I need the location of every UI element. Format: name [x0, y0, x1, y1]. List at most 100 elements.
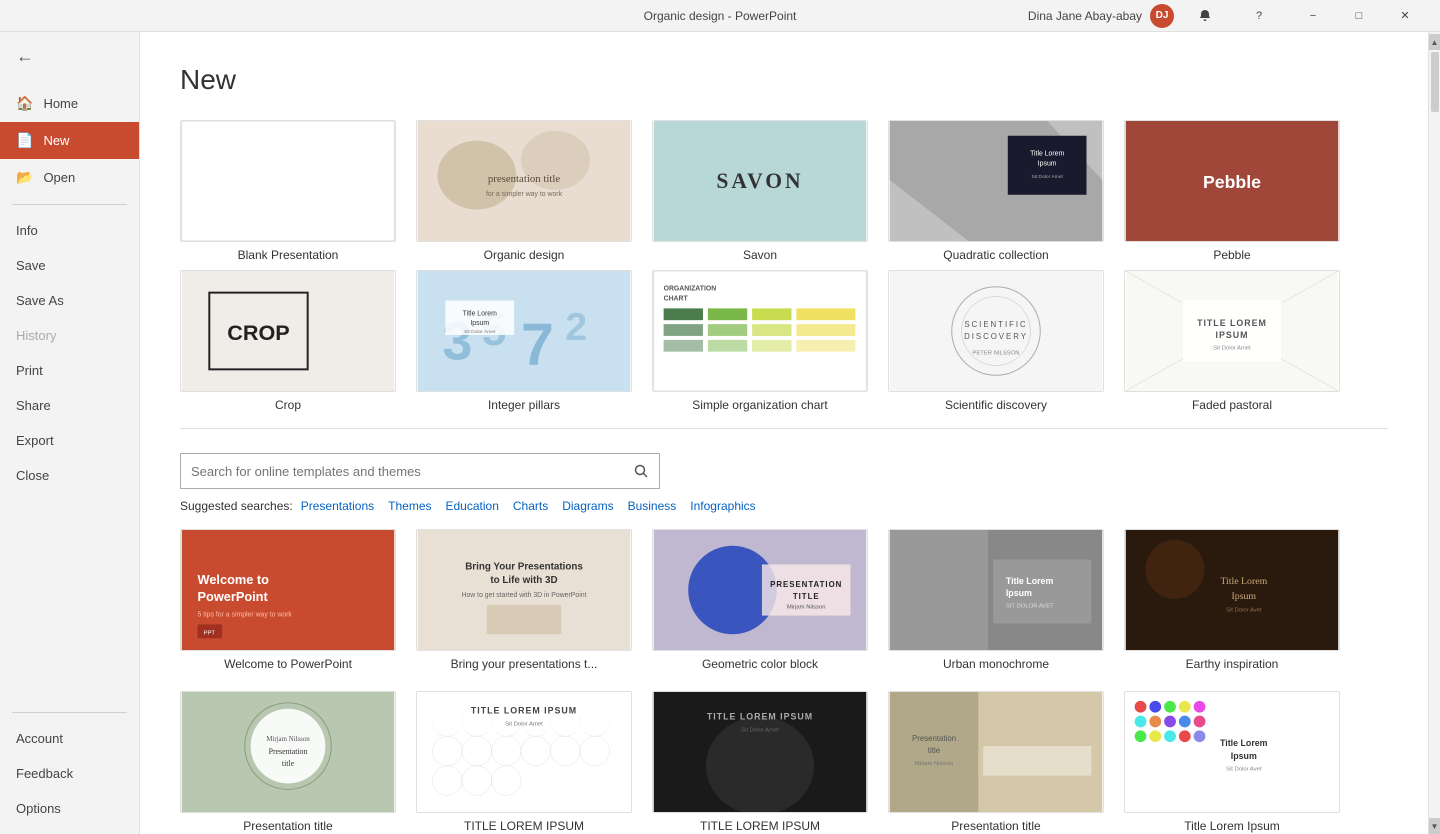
- svg-text:Sit Dolor Amet: Sit Dolor Amet: [741, 727, 779, 733]
- template-label-crop: Crop: [275, 398, 301, 412]
- window-controls: − □ ✕: [1290, 0, 1428, 32]
- svg-text:Mirjam Nilsson: Mirjam Nilsson: [787, 605, 826, 611]
- help-button[interactable]: ?: [1236, 0, 1282, 32]
- close-button[interactable]: ✕: [1382, 0, 1428, 32]
- svg-text:PPT: PPT: [204, 630, 216, 636]
- svg-text:Sit Dolor Amet: Sit Dolor Amet: [1031, 174, 1063, 180]
- template-thumb-welcome: Welcome to PowerPoint 5 tips for a simpl…: [180, 529, 396, 651]
- template-organic[interactable]: presentation title for a simpler way to …: [416, 120, 632, 262]
- avatar[interactable]: DJ: [1150, 4, 1174, 28]
- template-thumb-scientific: SCIENTIFIC DISCOVERY PETER NILSSON: [888, 270, 1104, 392]
- svg-text:title: title: [282, 759, 295, 768]
- template-pebble[interactable]: Pebble Pebble: [1124, 120, 1340, 262]
- info-label: Info: [16, 223, 38, 238]
- search-icon: [634, 464, 648, 478]
- template-label-earthy: Earthy inspiration: [1186, 657, 1279, 671]
- sidebar-item-open[interactable]: 📂 Open: [0, 159, 139, 196]
- scrollbar-down-button[interactable]: ▼: [1429, 818, 1440, 834]
- svg-text:Presentation: Presentation: [912, 734, 956, 743]
- template-welcome[interactable]: Welcome to PowerPoint 5 tips for a simpl…: [180, 529, 396, 671]
- sidebar-item-home-label: Home: [43, 96, 78, 111]
- svg-text:2: 2: [565, 305, 587, 349]
- svg-text:TITLE LOREM IPSUM: TITLE LOREM IPSUM: [471, 706, 577, 716]
- template-geometric[interactable]: PRESENTATION TITLE Mirjam Nilsson Geomet…: [652, 529, 868, 671]
- template-earthy[interactable]: Title Lorem Ipsum Sit Dolor Avet Earthy …: [1124, 529, 1340, 671]
- template-thumb-faded: TITLE LOREM IPSUM Sit Dolor Amet: [1124, 270, 1340, 392]
- scrollbar: ▲ ▼: [1428, 32, 1440, 834]
- template-grid-row1: Blank Presentation presentation title fo…: [180, 120, 1388, 262]
- template-org-chart[interactable]: ORGANIZATION CHART: [652, 270, 868, 412]
- template-dark-dog[interactable]: TITLE LOREM IPSUM Sit Dolor Amet TITLE L…: [652, 691, 868, 833]
- maximize-button[interactable]: □: [1336, 0, 1382, 32]
- svg-text:Sit Dolor Avet: Sit Dolor Avet: [1226, 608, 1262, 614]
- sidebar-item-info[interactable]: Info: [0, 213, 139, 248]
- template-urban[interactable]: Title Lorem Ipsum SIT DOLOR AVET Urban m…: [888, 529, 1104, 671]
- template-label-savon: Savon: [743, 248, 777, 262]
- template-savon[interactable]: SAVON Savon: [652, 120, 868, 262]
- sidebar-item-share[interactable]: Share: [0, 388, 139, 423]
- svg-text:title: title: [928, 746, 941, 755]
- template-floral[interactable]: Mirjam Nilsson Presentation title Presen…: [180, 691, 396, 833]
- template-thumb-earthy: Title Lorem Ipsum Sit Dolor Avet: [1124, 529, 1340, 651]
- svg-text:PETER NILSSON: PETER NILSSON: [972, 351, 1019, 357]
- template-bring-3d[interactable]: Bring Your Presentations to Life with 3D…: [416, 529, 632, 671]
- template-faded[interactable]: TITLE LOREM IPSUM Sit Dolor Amet Faded p…: [1124, 270, 1340, 412]
- svg-text:to Life with 3D: to Life with 3D: [490, 575, 557, 586]
- template-label-urban: Urban monochrome: [943, 657, 1049, 671]
- search-input[interactable]: [181, 464, 623, 479]
- sidebar-item-options[interactable]: Options: [0, 791, 139, 826]
- template-integer[interactable]: 3 5 7 2 Title Lorem Ipsum Sit Dolor Amet…: [416, 270, 632, 412]
- app-body: ← 🏠 Home 📄 New 📂 Open Info Save: [0, 32, 1440, 834]
- sidebar-item-save-as[interactable]: Save As: [0, 283, 139, 318]
- scrollbar-up-button[interactable]: ▲: [1429, 34, 1440, 50]
- template-thumb-pres-title2: Presentation title Mirjam Nilsson: [888, 691, 1104, 813]
- sidebar-item-history: History: [0, 318, 139, 353]
- print-label: Print: [16, 363, 43, 378]
- svg-text:Bring Your Presentations: Bring Your Presentations: [465, 561, 583, 572]
- suggested-presentations[interactable]: Presentations: [301, 499, 374, 513]
- svg-text:Ipsum: Ipsum: [1038, 160, 1057, 167]
- template-white-texture[interactable]: TITLE LOREM IPSUM Sit Dolor Amet TITLE L…: [416, 691, 632, 833]
- svg-text:Welcome to: Welcome to: [198, 572, 270, 587]
- sidebar-nav: 🏠 Home 📄 New 📂 Open Info Save Save As: [0, 81, 139, 704]
- template-pres-title2[interactable]: Presentation title Mirjam Nilsson Presen…: [888, 691, 1104, 833]
- template-quadratic[interactable]: Title Lorem Ipsum Sit Dolor Amet Quadrat…: [888, 120, 1104, 262]
- suggested-charts[interactable]: Charts: [513, 499, 548, 513]
- back-button[interactable]: ←: [0, 32, 139, 81]
- svg-text:for a simpler way to work: for a simpler way to work: [486, 191, 563, 198]
- template-colorful[interactable]: Title Lorem Ipsum Sit Dolor Avet Title L…: [1124, 691, 1340, 833]
- scrollbar-thumb[interactable]: [1431, 52, 1439, 112]
- sidebar-item-feedback[interactable]: Feedback: [0, 756, 139, 791]
- suggested-diagrams[interactable]: Diagrams: [562, 499, 613, 513]
- section-divider: [180, 428, 1388, 429]
- suggested-themes[interactable]: Themes: [388, 499, 431, 513]
- template-crop[interactable]: CROP Crop: [180, 270, 396, 412]
- svg-text:presentation title: presentation title: [488, 173, 560, 185]
- sidebar-item-new[interactable]: 📄 New: [0, 122, 139, 159]
- template-label-org-chart: Simple organization chart: [692, 398, 827, 412]
- template-scientific[interactable]: SCIENTIFIC DISCOVERY PETER NILSSON Scien…: [888, 270, 1104, 412]
- sidebar-item-save[interactable]: Save: [0, 248, 139, 283]
- suggested-education[interactable]: Education: [446, 499, 499, 513]
- minimize-button[interactable]: −: [1290, 0, 1336, 32]
- svg-text:PRESENTATION: PRESENTATION: [770, 580, 842, 589]
- template-label-geometric: Geometric color block: [702, 657, 818, 671]
- template-label-pres-title2: Presentation title: [951, 819, 1040, 833]
- sidebar-item-home[interactable]: 🏠 Home: [0, 85, 139, 122]
- suggested-infographics[interactable]: Infographics: [690, 499, 755, 513]
- sidebar-item-account[interactable]: Account: [0, 721, 139, 756]
- notifications-icon[interactable]: [1182, 0, 1228, 32]
- main-content: New Blank Presentation: [140, 32, 1428, 834]
- sidebar-item-print[interactable]: Print: [0, 353, 139, 388]
- svg-text:CROP: CROP: [227, 320, 289, 345]
- svg-text:Title Lorem: Title Lorem: [463, 310, 497, 317]
- export-label: Export: [16, 433, 54, 448]
- back-icon: ←: [16, 46, 34, 67]
- sidebar-item-close[interactable]: Close: [0, 458, 139, 493]
- sidebar-item-export[interactable]: Export: [0, 423, 139, 458]
- suggested-searches: Suggested searches: Presentations Themes…: [180, 499, 1388, 513]
- suggested-business[interactable]: Business: [628, 499, 677, 513]
- template-thumb-geometric: PRESENTATION TITLE Mirjam Nilsson: [652, 529, 868, 651]
- search-button[interactable]: [623, 454, 659, 488]
- template-blank[interactable]: Blank Presentation: [180, 120, 396, 262]
